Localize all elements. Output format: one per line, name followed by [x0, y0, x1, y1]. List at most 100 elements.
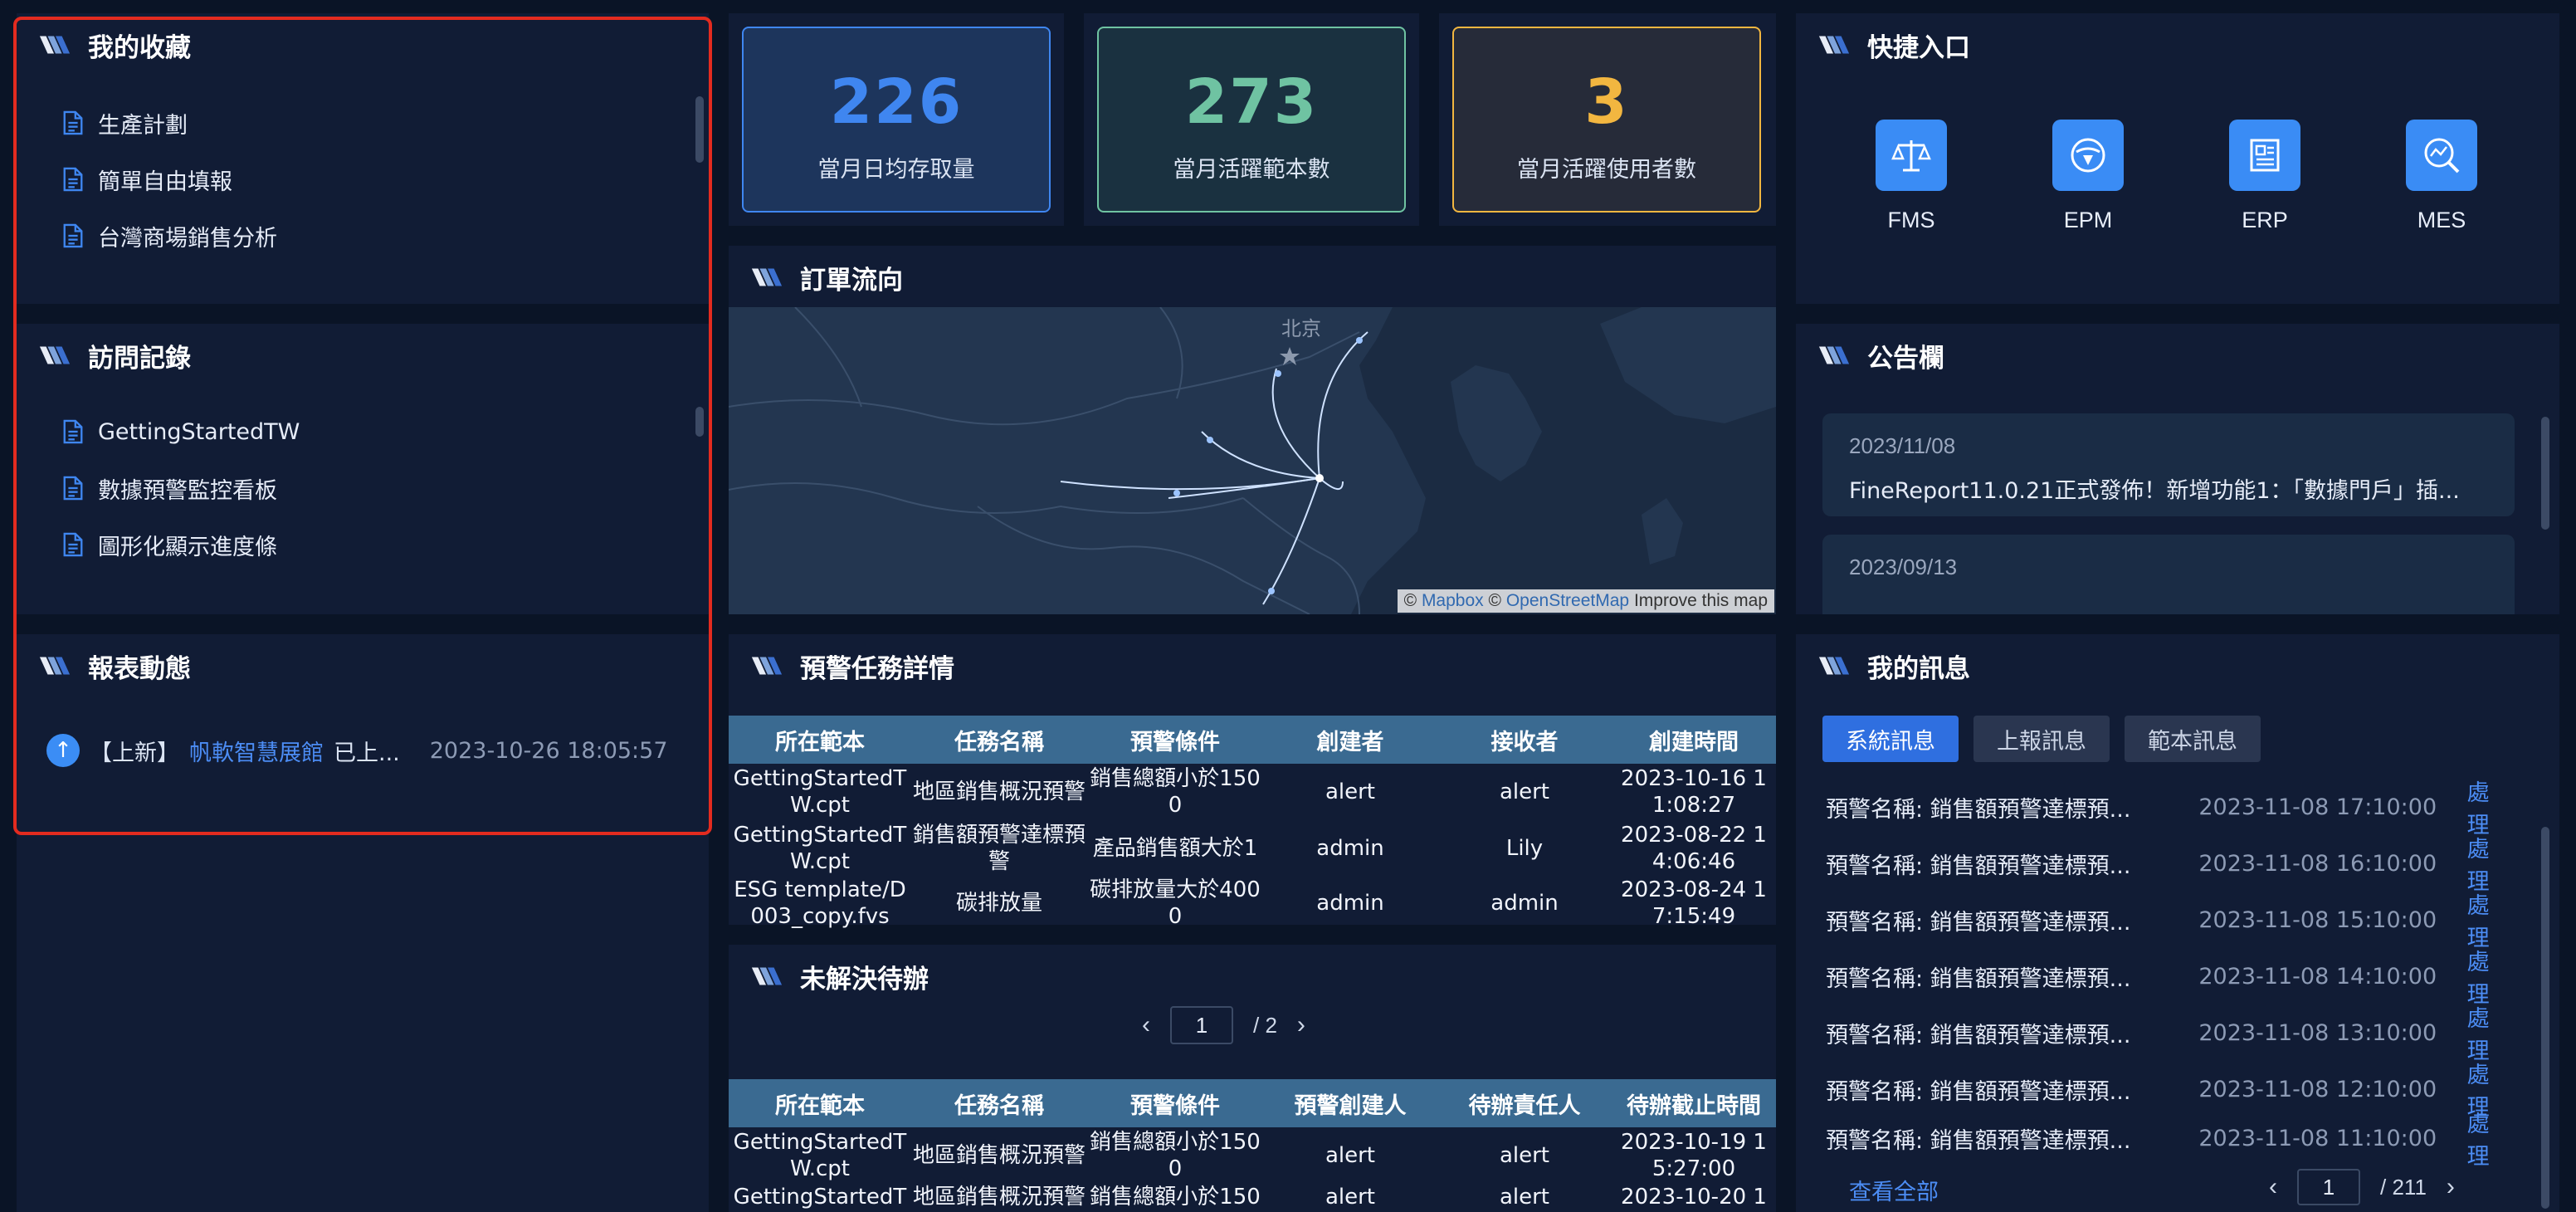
brand-logo-icon: [751, 657, 783, 675]
cell: alert: [1499, 1185, 1550, 1210]
process-button[interactable]: 處理: [2467, 887, 2510, 952]
column-header: 創建時間: [1612, 716, 1776, 764]
favorite-item[interactable]: 台灣商場銷售分析: [61, 208, 277, 264]
column-header: 創建者: [1263, 716, 1437, 764]
visit-item[interactable]: GettingStartedTW: [61, 403, 300, 460]
notice-item[interactable]: 2023/09/13: [1822, 535, 2515, 614]
cell: 銷售總額小於1500: [1090, 1130, 1261, 1181]
visits-scrollbar[interactable]: [695, 407, 704, 437]
favorites-panel: 我的收藏 生產計劃 簡單自由填報 台灣商場銷售分析: [17, 13, 709, 304]
mapbox-link[interactable]: Mapbox: [1422, 591, 1484, 610]
cell: GettingStartedTW.cpt: [733, 823, 907, 874]
stat-label: 當月活躍使用者數: [1517, 157, 1696, 183]
brand-logo-icon: [39, 36, 71, 54]
prev-page-icon[interactable]: ‹: [1142, 1011, 1150, 1039]
message-text: 預警名稱: 銷售額預警達標預...: [1826, 1022, 2131, 1048]
cell: 銷售額預警達標預警: [912, 823, 1086, 874]
favorite-item[interactable]: 生產計劃: [61, 95, 277, 151]
page-total: / 2: [1253, 1012, 1277, 1038]
message-text: 預警名稱: 銷售額預警達標預...: [1826, 1078, 2131, 1105]
table-row[interactable]: ESG template/D003_copy.fvs 碳排放量 碳排放量大於40…: [729, 877, 1776, 930]
cell: GettingStartedTW.cpt: [733, 1185, 907, 1212]
cell: 碳排放量: [955, 891, 1042, 916]
favorite-item[interactable]: 簡單自由填報: [61, 151, 277, 208]
cell: alert: [1325, 779, 1376, 804]
stat-label: 當月活躍範本數: [1173, 157, 1330, 183]
quick-entry-fms[interactable]: FMS: [1853, 120, 1969, 233]
brand-logo-icon: [1818, 657, 1850, 675]
messages-title: 我的訊息: [1817, 641, 1970, 691]
next-page-icon[interactable]: ›: [1297, 1011, 1305, 1039]
order-flow-map[interactable]: 北京 © Mapbox © OpenStreetMap Improve this…: [729, 307, 1776, 614]
column-header: 待辦截止時間: [1612, 1079, 1776, 1127]
favorites-scrollbar[interactable]: [695, 96, 704, 163]
todos-table: 所在範本 任務名稱 預警條件 預警創建人 待辦責任人 待辦截止時間 Gettin…: [729, 1079, 1776, 1212]
prev-page-icon[interactable]: ‹: [2269, 1173, 2277, 1201]
page-input[interactable]: 1: [2297, 1169, 2360, 1205]
news-link[interactable]: 帆軟智慧展館: [189, 735, 324, 767]
visit-item[interactable]: 圖形化顯示進度條: [61, 516, 300, 573]
table-header-row: 所在範本 任務名稱 預警條件 創建者 接收者 創建時間: [729, 716, 1776, 764]
news-suffix: 已上...: [334, 740, 400, 766]
column-header: 任務名稱: [911, 1079, 1087, 1127]
message-text: 預警名稱: 銷售額預警達標預...: [1826, 853, 2131, 879]
quick-entry-epm[interactable]: EPM: [2030, 120, 2146, 233]
quick-entry-label: ERP: [2242, 208, 2288, 232]
favorites-title: 我的收藏: [38, 20, 191, 70]
notice-item[interactable]: 2023/11/08 FineReport11.0.21正式發佈！新增功能1：「…: [1822, 413, 2515, 516]
message-row[interactable]: 預警名稱: 銷售額預警達標預... 2023-11-08 11:10:00 處理: [1826, 1112, 2510, 1170]
todos-pager: ‹ 1 / 2 ›: [1142, 1006, 1305, 1044]
cell: admin: [1490, 891, 1559, 916]
notice-date: 2023/11/08: [1849, 433, 1956, 458]
message-row[interactable]: 預警名稱: 銷售額預警達標預... 2023-11-08 13:10:00 處理: [1826, 1004, 2510, 1064]
page-input[interactable]: 1: [1170, 1006, 1233, 1044]
message-row[interactable]: 預警名稱: 銷售額預警達標預... 2023-11-08 12:10:00 處理: [1826, 1061, 2510, 1121]
tab-report-messages[interactable]: 上報訊息: [1973, 716, 2110, 762]
message-row[interactable]: 預警名稱: 銷售額預警達標預... 2023-11-08 16:10:00 處理: [1826, 835, 2510, 895]
cell: 2023-10-19 15:27:00: [1621, 1130, 1767, 1181]
quick-entry-erp[interactable]: ERP: [2207, 120, 2323, 233]
message-row[interactable]: 預警名稱: 銷售額預警達標預... 2023-11-08 17:10:00 處理: [1826, 779, 2510, 838]
process-button[interactable]: 處理: [2467, 831, 2510, 896]
quick-entry-mes[interactable]: MES: [2383, 120, 2500, 233]
tab-system-messages[interactable]: 系統訊息: [1822, 716, 1959, 762]
visits-title: 訪問記錄: [38, 330, 191, 380]
message-time: 2023-11-08 12:10:00: [2198, 1076, 2437, 1102]
message-time: 2023-11-08 11:10:00: [2198, 1125, 2437, 1151]
column-header: 待辦責任人: [1437, 1079, 1612, 1127]
view-all-link[interactable]: 查看全部: [1849, 1174, 1939, 1206]
stat-card-daily-access: 226 當月日均存取量: [742, 27, 1051, 213]
report-news-item[interactable]: ↑ 【上新】 帆軟智慧展館 已上... 2023-10-26 18:05:57: [46, 724, 668, 777]
messages-scrollbar[interactable]: [2541, 827, 2549, 1209]
stat-card-active-users: 3 當月活躍使用者數: [1452, 27, 1761, 213]
process-button[interactable]: 處理: [2467, 1106, 2510, 1170]
tab-template-messages[interactable]: 範本訊息: [2125, 716, 2261, 762]
document-icon: [63, 419, 83, 444]
table-row[interactable]: GettingStartedTW.cpt 地區銷售概況預警 銷售總額小於1500…: [729, 1127, 1776, 1184]
arrow-up-icon: ↑: [46, 734, 80, 767]
cell: 地區銷售概況預警: [912, 1143, 1086, 1168]
visits-list: GettingStartedTW 數據預警監控看板 圖形化顯示進度條: [61, 403, 300, 573]
table-row[interactable]: GettingStartedTW.cpt 地區銷售概況預警 銷售總額小於1500…: [729, 1184, 1776, 1212]
brand-logo-icon: [1818, 346, 1850, 364]
stat-card-active-templates: 273 當月活躍範本數: [1097, 27, 1406, 213]
messages-pager: ‹ 1 / 211 ›: [2269, 1169, 2455, 1205]
visit-item[interactable]: 數據預警監控看板: [61, 460, 300, 516]
process-button[interactable]: 處理: [2467, 1000, 2510, 1065]
process-button[interactable]: 處理: [2467, 775, 2510, 839]
brand-logo-icon: [751, 967, 783, 985]
quick-entry-label: FMS: [1887, 208, 1935, 232]
table-row[interactable]: GettingStartedTW.cpt 地區銷售概況預警 銷售總額小於1500…: [729, 764, 1776, 820]
osm-link[interactable]: OpenStreetMap: [1506, 591, 1629, 610]
next-page-icon[interactable]: ›: [2447, 1173, 2455, 1201]
process-button[interactable]: 處理: [2467, 944, 2510, 1009]
message-row[interactable]: 預警名稱: 銷售額預警達標預... 2023-11-08 15:10:00 處理: [1826, 892, 2510, 951]
message-row[interactable]: 預警名稱: 銷售額預警達標預... 2023-11-08 14:10:00 處理: [1826, 948, 2510, 1008]
improve-map-link[interactable]: Improve this map: [1634, 591, 1768, 610]
cell: 地區銷售概況預警: [912, 1185, 1086, 1210]
notice-scrollbar[interactable]: [2541, 417, 2549, 530]
message-text: 預警名稱: 銷售額預警達標預...: [1826, 1127, 2131, 1154]
table-row[interactable]: GettingStartedTW.cpt 銷售額預警達標預警 產品銷售額大於1 …: [729, 820, 1776, 877]
cell: 2023-10-20 15:27:00: [1621, 1185, 1767, 1212]
document-icon: [63, 476, 83, 501]
